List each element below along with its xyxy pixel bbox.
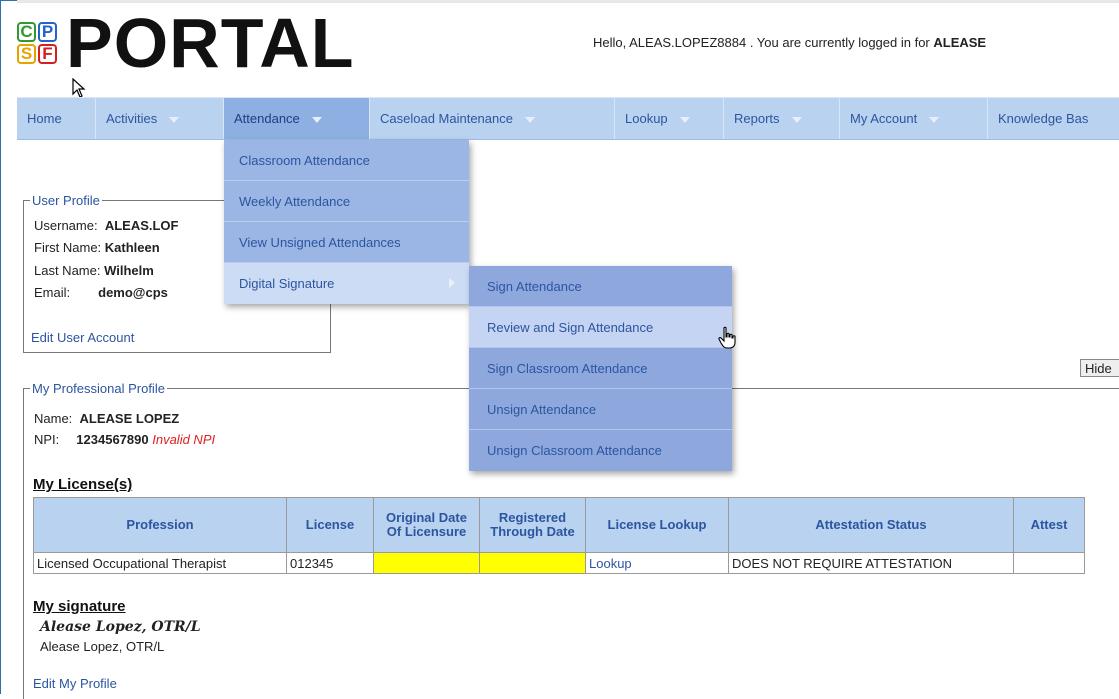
- nav-lookup-label: Lookup: [625, 111, 668, 126]
- nav-my-account[interactable]: My Account: [840, 98, 988, 139]
- menu-item-sign-classroom-attendance[interactable]: Sign Classroom Attendance: [469, 348, 732, 389]
- portal-logo-text[interactable]: PORTAL: [66, 8, 355, 78]
- col-license: License: [286, 497, 374, 553]
- professional-name-label: Name:: [34, 411, 73, 426]
- col-attestation-status: Attestation Status: [728, 497, 1014, 553]
- col-license-lookup: License Lookup: [585, 497, 729, 553]
- last-name-label: Last Name:: [34, 263, 101, 278]
- edit-my-profile-link[interactable]: Edit My Profile: [33, 676, 117, 691]
- hand-pointer-icon: [718, 326, 736, 349]
- nav-knowledge-base-label: Knowledge Bas: [998, 111, 1089, 126]
- npi-row: NPI: 1234567890 Invalid NPI: [34, 432, 215, 447]
- last-name-row: Last Name: Wilhelm: [34, 263, 154, 278]
- main-nav: Home Activities Attendance Caseload Main…: [17, 97, 1119, 140]
- col-profession: Profession: [33, 497, 287, 553]
- cpsf-logo[interactable]: C P S F: [17, 22, 59, 66]
- hide-button[interactable]: Hide: [1080, 359, 1119, 377]
- nav-attendance-label: Attendance: [234, 111, 300, 126]
- chevron-down-icon: [169, 116, 180, 123]
- chevron-down-icon: [311, 116, 322, 123]
- logo-tile-f: F: [38, 44, 57, 64]
- greeting-account: ALEASE: [933, 35, 987, 50]
- digital-signature-submenu: Sign Attendance Review and Sign Attendan…: [469, 266, 732, 471]
- col-attest: Attest: [1013, 497, 1085, 553]
- npi-value: 1234567890: [76, 432, 149, 447]
- attendance-dropdown-menu: Classroom Attendance Weekly Attendance V…: [224, 140, 469, 304]
- col-registered-through: Registered Through Date: [479, 497, 586, 553]
- top-strip: [17, 0, 1119, 3]
- menu-item-unsign-classroom-attendance[interactable]: Unsign Classroom Attendance: [469, 430, 732, 471]
- license-table-header: Profession License Original Date Of Lice…: [33, 497, 1085, 553]
- cell-original-date: [373, 552, 480, 574]
- logo-tile-s: S: [17, 44, 36, 64]
- username-value: ALEAS.LOF: [104, 218, 179, 233]
- table-row: Licensed Occupational Therapist 012345 L…: [33, 552, 1085, 574]
- menu-item-sign-attendance[interactable]: Sign Attendance: [469, 266, 732, 307]
- cell-registered-through: [479, 552, 586, 574]
- cell-attest[interactable]: [1013, 552, 1085, 574]
- logo-tile-c: C: [17, 22, 36, 42]
- nav-my-account-label: My Account: [850, 111, 918, 126]
- chevron-right-icon: [449, 278, 455, 288]
- greeting-text: Hello, ALEAS.LOPEZ8884 . You are current…: [593, 35, 934, 50]
- npi-status: Invalid NPI: [152, 432, 216, 447]
- nav-reports[interactable]: Reports: [724, 98, 840, 139]
- chevron-down-icon: [524, 116, 535, 123]
- signature-printed-name: Alease Lopez, OTR/L: [40, 639, 165, 654]
- menu-item-view-unsigned-attendances[interactable]: View Unsigned Attendances: [224, 222, 469, 263]
- nav-home[interactable]: Home: [17, 98, 96, 139]
- signature-heading: My signature: [33, 598, 126, 615]
- nav-caseload-maintenance[interactable]: Caseload Maintenance: [370, 98, 615, 139]
- edit-user-account-link[interactable]: Edit User Account: [31, 330, 134, 345]
- first-name-value: Kathleen: [104, 240, 160, 255]
- chevron-down-icon: [679, 116, 690, 123]
- npi-label: NPI:: [34, 432, 60, 447]
- menu-item-review-and-sign-attendance[interactable]: Review and Sign Attendance: [469, 307, 732, 348]
- cell-license: 012345: [286, 552, 374, 574]
- cell-attestation-status: DOES NOT REQUIRE ATTESTATION: [728, 552, 1014, 574]
- professional-name-row: Name: ALEASE LOPEZ: [34, 411, 179, 426]
- license-lookup-link[interactable]: Lookup: [585, 552, 729, 574]
- first-name-label: First Name:: [34, 240, 102, 255]
- menu-item-digital-signature[interactable]: Digital Signature: [224, 263, 469, 304]
- nav-activities-label: Activities: [106, 111, 158, 126]
- login-greeting: Hello, ALEAS.LOPEZ8884 . You are current…: [593, 35, 986, 50]
- last-name-value: Wilhelm: [104, 263, 154, 278]
- licenses-heading: My License(s): [33, 476, 133, 493]
- mouse-pointer-icon: [72, 78, 86, 98]
- menu-item-digital-signature-label: Digital Signature: [239, 276, 335, 291]
- nav-home-label: Home: [27, 111, 62, 126]
- nav-reports-label: Reports: [734, 111, 780, 126]
- nav-lookup[interactable]: Lookup: [615, 98, 724, 139]
- menu-item-unsign-attendance[interactable]: Unsign Attendance: [469, 389, 732, 430]
- user-profile-legend: User Profile: [30, 193, 102, 208]
- chevron-down-icon: [929, 116, 940, 123]
- email-row: Email: demo@cps: [34, 285, 168, 300]
- logo-tile-p: P: [38, 22, 57, 42]
- username-label: Username:: [34, 218, 98, 233]
- menu-item-weekly-attendance[interactable]: Weekly Attendance: [224, 181, 469, 222]
- email-value: demo@cps: [98, 285, 168, 300]
- email-label: Email:: [34, 285, 71, 300]
- nav-knowledge-base[interactable]: Knowledge Bas: [988, 98, 1119, 139]
- col-original-date: Original Date Of Licensure: [373, 497, 480, 553]
- professional-name-value: ALEASE LOPEZ: [79, 411, 180, 426]
- menu-item-classroom-attendance[interactable]: Classroom Attendance: [224, 140, 469, 181]
- cell-profession: Licensed Occupational Therapist: [33, 552, 287, 574]
- professional-profile-legend: My Professional Profile: [30, 381, 167, 396]
- username-row: Username: ALEAS.LOF: [34, 218, 178, 233]
- chevron-down-icon: [791, 116, 802, 123]
- license-table: Profession License Original Date Of Lice…: [33, 497, 1085, 574]
- signature-image: Alease Lopez, OTR/L: [40, 619, 201, 635]
- nav-activities[interactable]: Activities: [96, 98, 224, 139]
- first-name-row: First Name: Kathleen: [34, 240, 160, 255]
- nav-caseload-label: Caseload Maintenance: [380, 111, 513, 126]
- nav-attendance[interactable]: Attendance: [224, 98, 370, 139]
